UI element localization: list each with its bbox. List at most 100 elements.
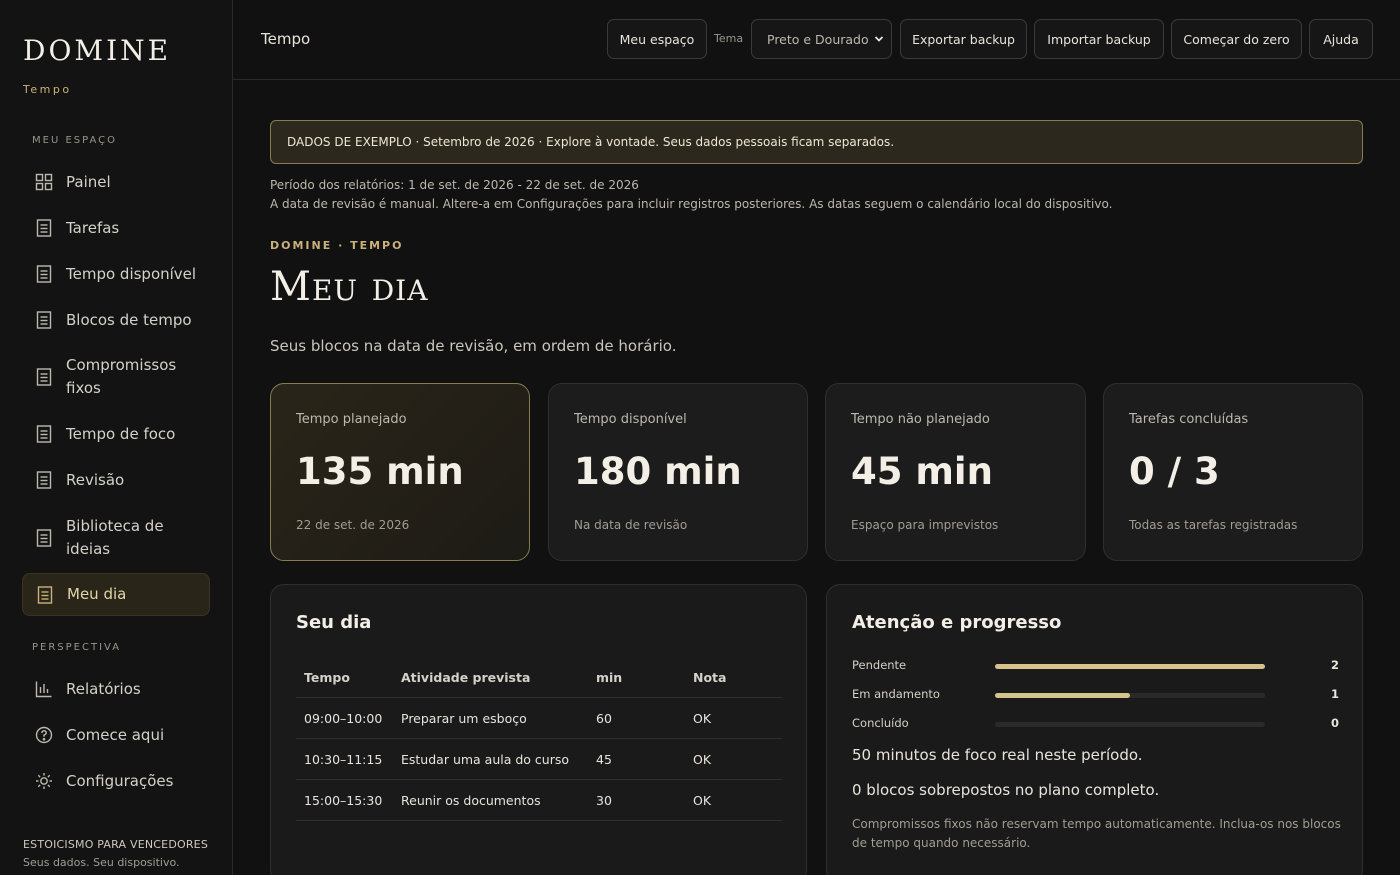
sun-gear-icon [34, 771, 54, 791]
sidebar-item-revisao[interactable]: Revisão [22, 468, 210, 492]
sidebar-item-biblioteca-de-ideias[interactable]: Biblioteca de ideias [22, 514, 210, 562]
sidebar-item-label: Tarefas [66, 218, 120, 237]
stat-card-planned: Tempo planejado 135 min 22 de set. de 20… [270, 383, 530, 561]
table-header-row: Tempo Atividade prevista min Nota [296, 657, 782, 698]
chevron-down-icon [873, 32, 885, 49]
sidebar-item-label: Blocos de tempo [66, 310, 192, 329]
sidebar-item-label: Revisão [66, 470, 125, 489]
page-subtitle: Seus blocos na data de revisão, em ordem… [270, 337, 677, 355]
progress-value: 2 [1330, 658, 1339, 672]
column-header-minutes: min [596, 670, 623, 685]
help-circle-icon [34, 725, 54, 745]
sidebar: DOMINE Tempo MEU ESPAÇO Painel Tarefas T… [0, 0, 233, 875]
document-icon [34, 424, 54, 444]
day-panel: Seu dia Tempo Atividade prevista min Not… [270, 584, 807, 875]
focus-summary: 50 minutos de foco real neste período. [852, 746, 1143, 764]
sidebar-item-label: Tempo disponível [66, 264, 197, 283]
stat-caption: Todas as tarefas registradas [1129, 518, 1298, 532]
overlap-summary: 0 blocos sobrepostos no plano completo. [852, 781, 1160, 799]
progress-label: Concluído [852, 716, 909, 730]
sidebar-item-comece-aqui[interactable]: Comece aqui [22, 723, 210, 747]
document-icon [35, 585, 55, 605]
cell-minutes: 45 [596, 752, 612, 767]
document-icon [34, 218, 54, 238]
page-title: Meu dia [270, 264, 429, 310]
progress-row-in-progress: Em andamento 1 [852, 687, 1339, 703]
sidebar-item-label: Configurações [66, 771, 174, 790]
panel-title: Atenção e progresso [852, 612, 1062, 633]
sidebar-footer-subtitle: Seus dados. Seu dispositivo. [23, 856, 180, 869]
table-row: 15:00–15:30 Reunir os documentos 30 OK [296, 780, 782, 821]
bar-chart-icon [34, 679, 54, 699]
progress-label: Pendente [852, 658, 907, 672]
grid-icon [34, 172, 54, 192]
sidebar-item-configuracoes[interactable]: Configurações [22, 769, 210, 793]
panel-title: Seu dia [296, 612, 372, 633]
sidebar-item-meu-dia[interactable]: Meu dia [22, 573, 210, 616]
progress-fill [995, 693, 1130, 698]
progress-value: 1 [1330, 687, 1339, 701]
progress-row-done: Concluído 0 [852, 716, 1339, 732]
cell-time: 15:00–15:30 [304, 793, 383, 808]
stat-value: 135 min [296, 450, 464, 493]
document-icon [34, 367, 54, 387]
sidebar-item-label: Compromissos fixos [66, 356, 177, 397]
stat-value: 45 min [851, 450, 993, 493]
sidebar-item-label: Biblioteca de ideias [66, 517, 164, 558]
sidebar-item-label: Tempo de foco [66, 424, 176, 443]
sidebar-item-label: Meu dia [67, 585, 127, 603]
column-header-note: Nota [693, 670, 727, 685]
sidebar-item-relatorios[interactable]: Relatórios [22, 677, 210, 701]
nav-section-perspective: PERSPECTIVA [32, 642, 122, 653]
column-header-activity: Atividade prevista [401, 670, 531, 685]
progress-value: 0 [1330, 716, 1339, 730]
cell-activity: Reunir os documentos [401, 793, 541, 808]
cell-minutes: 60 [596, 711, 612, 726]
progress-track [995, 664, 1265, 669]
sidebar-footer-title: ESTOICISMO PARA VENCEDORES [23, 838, 209, 851]
column-header-time: Tempo [304, 670, 350, 685]
sidebar-item-tempo-de-foco[interactable]: Tempo de foco [22, 422, 210, 446]
progress-row-pending: Pendente 2 [852, 658, 1339, 674]
stat-label: Tempo não planejado [851, 412, 990, 427]
page-header-title: Tempo [261, 30, 311, 48]
help-button[interactable]: Ajuda [1309, 19, 1373, 59]
progress-label: Em andamento [852, 687, 940, 701]
brand-subtitle: Tempo [23, 83, 72, 96]
stat-label: Tarefas concluídas [1129, 412, 1249, 427]
sidebar-item-blocos-de-tempo[interactable]: Blocos de tempo [22, 308, 210, 332]
progress-track [995, 693, 1265, 698]
stat-value: 0 / 3 [1129, 450, 1220, 493]
progress-fill [995, 664, 1265, 669]
sidebar-item-tempo-disponivel[interactable]: Tempo disponível [22, 262, 210, 286]
stat-card-available: Tempo disponível 180 min Na data de revi… [548, 383, 808, 561]
cell-activity: Estudar uma aula do curso [401, 752, 570, 767]
export-backup-button[interactable]: Exportar backup [900, 19, 1027, 59]
sidebar-item-label: Comece aqui [66, 725, 165, 744]
my-space-button[interactable]: Meu espaço [607, 19, 707, 59]
stat-card-tasks-done: Tarefas concluídas 0 / 3 Todas as tarefa… [1103, 383, 1363, 561]
stat-card-unplanned: Tempo não planejado 45 min Espaço para i… [825, 383, 1086, 561]
cell-time: 09:00–10:00 [304, 711, 383, 726]
progress-track [995, 722, 1265, 727]
stat-label: Tempo disponível [574, 412, 687, 427]
report-period: Período dos relatórios: 1 de set. de 202… [270, 178, 639, 192]
brand-title: DOMINE [23, 34, 172, 67]
review-date-note: A data de revisão é manual. Altere-a em … [270, 197, 1113, 211]
document-icon [34, 264, 54, 284]
stat-label: Tempo planejado [296, 412, 407, 427]
stat-caption: Na data de revisão [574, 518, 688, 532]
import-backup-button[interactable]: Importar backup [1034, 19, 1164, 59]
document-icon [34, 528, 54, 548]
cell-note: OK [693, 711, 712, 726]
sidebar-item-tarefas[interactable]: Tarefas [22, 216, 210, 240]
progress-panel: Atenção e progresso Pendente 2 Em andame… [826, 584, 1363, 875]
page-eyebrow: DOMINE · TEMPO [270, 239, 404, 252]
stat-value: 180 min [574, 450, 742, 493]
theme-select[interactable]: Preto e Dourado [751, 19, 892, 59]
sidebar-item-label: Painel [66, 172, 111, 191]
sample-data-banner: DADOS DE EXEMPLO · Setembro de 2026 · Ex… [270, 120, 1363, 164]
sidebar-item-compromissos-fixos[interactable]: Compromissos fixos [22, 353, 210, 401]
sidebar-item-painel[interactable]: Painel [22, 170, 210, 194]
start-over-button[interactable]: Começar do zero [1171, 19, 1302, 59]
